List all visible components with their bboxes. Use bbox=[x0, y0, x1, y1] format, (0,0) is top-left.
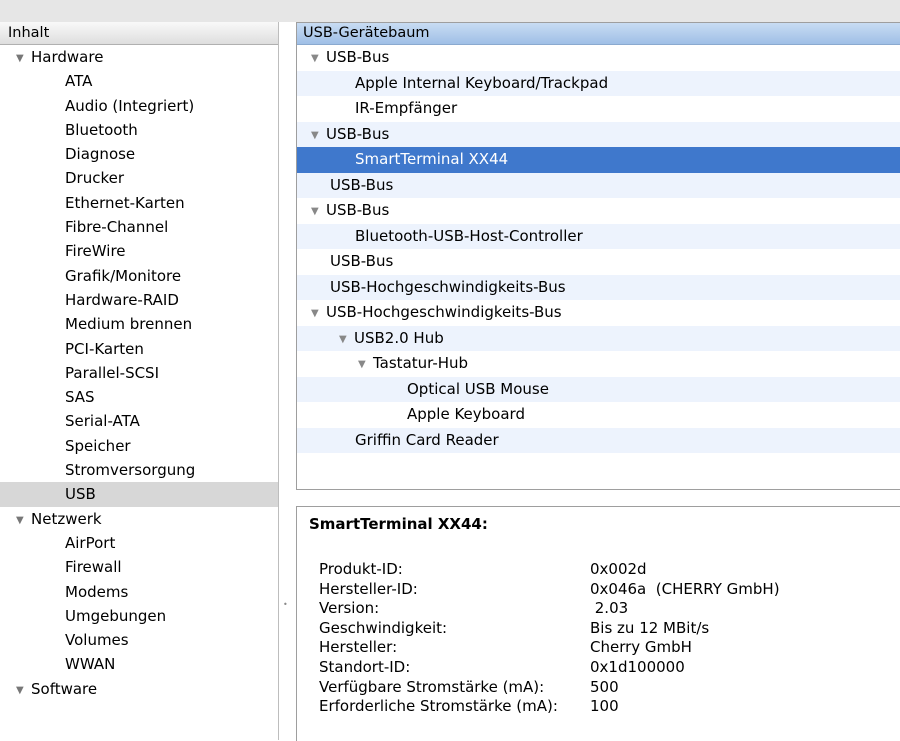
disclosure-triangle-down-icon[interactable]: ▼ bbox=[16, 509, 31, 533]
property-key: Version: bbox=[319, 599, 380, 618]
property-value: 0x046a (CHERRY GmbH) bbox=[590, 579, 780, 598]
tree-row[interactable]: USB-Bus bbox=[297, 172, 900, 198]
tree-row[interactable]: USB-Hochgeschwindigkeits-Bus bbox=[297, 274, 900, 300]
tree-row-label: USB2.0 Hub bbox=[354, 328, 444, 347]
disclosure-triangle-down-icon[interactable]: ▼ bbox=[16, 47, 31, 71]
sidebar-item-pci-karten[interactable]: PCI-Karten bbox=[0, 337, 278, 361]
sidebar-item-wwan[interactable]: WWAN bbox=[0, 652, 278, 676]
sidebar-item-speicher[interactable]: Speicher bbox=[0, 434, 278, 458]
tree-header[interactable]: USB-Gerätebaum bbox=[297, 23, 900, 45]
sidebar-item-usb[interactable]: USB bbox=[0, 482, 278, 507]
tree-row-label: USB-Bus bbox=[326, 201, 390, 219]
tree-row[interactable]: Apple Keyboard bbox=[297, 402, 900, 428]
sidebar-item-fibre-channel[interactable]: Fibre-Channel bbox=[0, 215, 278, 239]
sidebar-category-netzwerk[interactable]: ▼ Netzwerk bbox=[0, 507, 278, 531]
sidebar-item-airport[interactable]: AirPort bbox=[0, 531, 278, 555]
tree-row-empty bbox=[297, 453, 900, 479]
tree-row-selected[interactable]: SmartTerminal XX44 bbox=[297, 147, 900, 173]
sidebar-header: Inhalt bbox=[0, 22, 278, 45]
device-detail-panel: SmartTerminal XX44: Produkt-ID: 0x002d He… bbox=[296, 506, 900, 741]
tree-row-label: USB-Hochgeschwindigkeits-Bus bbox=[326, 303, 562, 321]
detail-title: SmartTerminal XX44: bbox=[309, 515, 488, 533]
tree-row[interactable]: USB-Bus bbox=[297, 249, 900, 275]
usb-device-tree[interactable]: USB-Gerätebaum ▼ USB-Bus Apple Internal K… bbox=[296, 22, 900, 490]
toolbar-strip bbox=[0, 0, 900, 22]
tree-row[interactable]: ▼ USB-Bus bbox=[297, 45, 900, 71]
tree-row[interactable]: ▼ USB-Bus bbox=[297, 198, 900, 224]
property-value: 0x002d bbox=[590, 560, 647, 578]
tree-row-label: USB-Bus bbox=[326, 124, 390, 143]
sidebar-item-stromversorgung[interactable]: Stromversorgung bbox=[0, 458, 278, 482]
sidebar-item-drucker[interactable]: Drucker bbox=[0, 166, 278, 190]
sidebar-category-hardware[interactable]: ▼ Hardware bbox=[0, 45, 278, 69]
sidebar[interactable]: Inhalt ▼ Hardware ATA Audio (Integriert) … bbox=[0, 22, 279, 740]
sidebar-item-sas[interactable]: SAS bbox=[0, 385, 278, 409]
tree-row[interactable]: ▼ USB2.0 Hub bbox=[297, 325, 900, 353]
sidebar-item-ethernet[interactable]: Ethernet-Karten bbox=[0, 191, 278, 215]
tree-row[interactable]: Griffin Card Reader bbox=[297, 427, 900, 453]
property-key: Produkt-ID: bbox=[319, 560, 403, 578]
tree-row[interactable]: Optical USB Mouse bbox=[297, 376, 900, 402]
tree-row[interactable]: ▼ USB-Hochgeschwindigkeits-Bus bbox=[297, 300, 900, 326]
property-key: Hersteller-ID: bbox=[319, 579, 418, 598]
sidebar-item-ata[interactable]: ATA bbox=[0, 69, 278, 93]
sidebar-item-serial-ata[interactable]: Serial-ATA bbox=[0, 409, 278, 433]
disclosure-triangle-down-icon[interactable]: ▼ bbox=[311, 301, 326, 327]
disclosure-triangle-down-icon[interactable]: ▼ bbox=[311, 123, 326, 149]
sidebar-item-volumes[interactable]: Volumes bbox=[0, 628, 278, 652]
tree-row[interactable]: IR-Empfänger bbox=[297, 96, 900, 122]
sidebar-category-label: Netzwerk bbox=[31, 509, 102, 528]
sidebar-item-firewire[interactable]: FireWire bbox=[0, 239, 278, 263]
disclosure-triangle-down-icon[interactable]: ▼ bbox=[358, 352, 373, 378]
sidebar-category-label: Hardware bbox=[31, 48, 104, 66]
property-key: Erforderliche Stromstärke (mA): bbox=[319, 697, 558, 716]
sidebar-item-grafik[interactable]: Grafik/Monitore bbox=[0, 264, 278, 288]
property-value: 100 bbox=[590, 697, 619, 716]
property-key: Verfügbare Stromstärke (mA): bbox=[319, 677, 545, 696]
disclosure-triangle-down-icon[interactable]: ▼ bbox=[16, 679, 31, 703]
property-value: 500 bbox=[590, 677, 619, 696]
property-key: Hersteller: bbox=[319, 638, 398, 657]
disclosure-triangle-down-icon[interactable]: ▼ bbox=[311, 199, 326, 225]
property-value: Cherry GmbH bbox=[590, 638, 692, 657]
property-key: Geschwindigkeit: bbox=[319, 618, 448, 637]
property-value: Bis zu 12 MBit/s bbox=[590, 618, 710, 637]
property-key: Standort-ID: bbox=[319, 657, 411, 676]
disclosure-triangle-down-icon[interactable]: ▼ bbox=[311, 46, 326, 72]
disclosure-triangle-down-icon[interactable]: ▼ bbox=[339, 327, 354, 353]
tree-row-label: Tastatur-Hub bbox=[373, 354, 469, 372]
sidebar-item-umgebungen[interactable]: Umgebungen bbox=[0, 604, 278, 628]
sidebar-item-diagnose[interactable]: Diagnose bbox=[0, 142, 278, 166]
sidebar-category-label: Software bbox=[31, 679, 98, 698]
tree-row[interactable]: ▼ Tastatur-Hub bbox=[297, 351, 900, 377]
property-value: 0x1d100000 bbox=[590, 657, 685, 676]
splitter-handle-icon[interactable]: • bbox=[283, 600, 288, 609]
tree-row[interactable]: Apple Internal Keyboard/Trackpad bbox=[297, 70, 900, 96]
sidebar-item-bluetooth[interactable]: Bluetooth bbox=[0, 118, 278, 142]
sidebar-item-parallel-scsi[interactable]: Parallel-SCSI bbox=[0, 361, 278, 385]
sidebar-item-firewall[interactable]: Firewall bbox=[0, 555, 278, 579]
sidebar-item-audio[interactable]: Audio (Integriert) bbox=[0, 94, 278, 118]
sidebar-category-software[interactable]: ▼ Software bbox=[0, 677, 278, 701]
sidebar-item-medium-brennen[interactable]: Medium brennen bbox=[0, 312, 278, 336]
property-value: 2.03 bbox=[590, 599, 629, 618]
sidebar-item-hardware-raid[interactable]: Hardware-RAID bbox=[0, 288, 278, 312]
sidebar-item-modems[interactable]: Modems bbox=[0, 580, 278, 604]
tree-row[interactable]: Bluetooth-USB-Host-Controller bbox=[297, 223, 900, 249]
tree-row-label: USB-Bus bbox=[326, 48, 390, 66]
tree-row[interactable]: ▼ USB-Bus bbox=[297, 121, 900, 149]
